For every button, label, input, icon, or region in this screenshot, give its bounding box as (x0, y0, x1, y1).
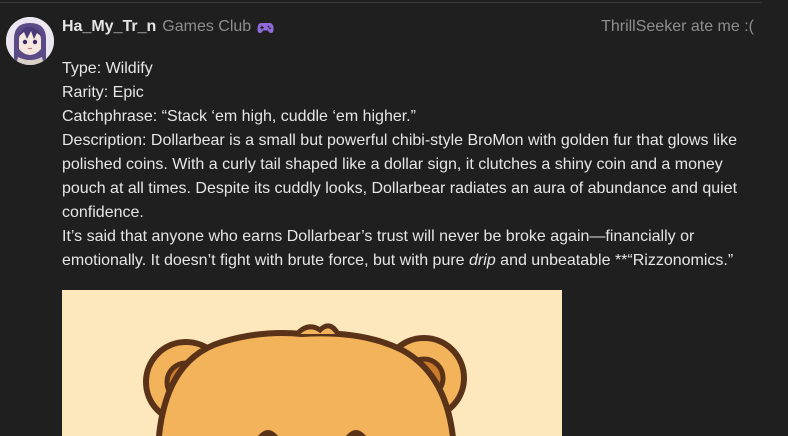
message-body: Type: Wildify Rarity: Epic Catchphrase: … (62, 57, 752, 273)
scrollbar-track[interactable] (762, 0, 788, 436)
gamepad-icon (257, 21, 274, 33)
trust-paragraph: It’s said that anyone who earns Dollarbe… (62, 225, 752, 273)
dollarbear-illustration (62, 290, 562, 436)
message-header: Ha_My_Tr_n Games Club ThrillSeeker ate m… (62, 16, 754, 38)
user-status: ThrillSeeker ate me :( (601, 18, 754, 35)
trust-text-end: and unbeatable **“Rizzonomics.” (495, 252, 734, 269)
avatar[interactable] (6, 17, 54, 65)
chat-message: Ha_My_Tr_n Games Club ThrillSeeker ate m… (0, 0, 788, 436)
trust-text-emphasis: drip (469, 252, 496, 269)
attached-image[interactable] (62, 290, 562, 436)
type-line: Type: Wildify (62, 60, 153, 77)
description-paragraph: Description: Dollarbear is a small but p… (62, 132, 738, 221)
username[interactable]: Ha_My_Tr_n (62, 18, 156, 36)
divider (0, 2, 762, 3)
rarity-line: Rarity: Epic (62, 84, 144, 101)
catchphrase-line: Catchphrase: “Stack ‘em high, cuddle ‘em… (62, 108, 416, 125)
anime-girl-avatar-image (6, 17, 54, 65)
club-name[interactable]: Games Club (162, 18, 251, 36)
